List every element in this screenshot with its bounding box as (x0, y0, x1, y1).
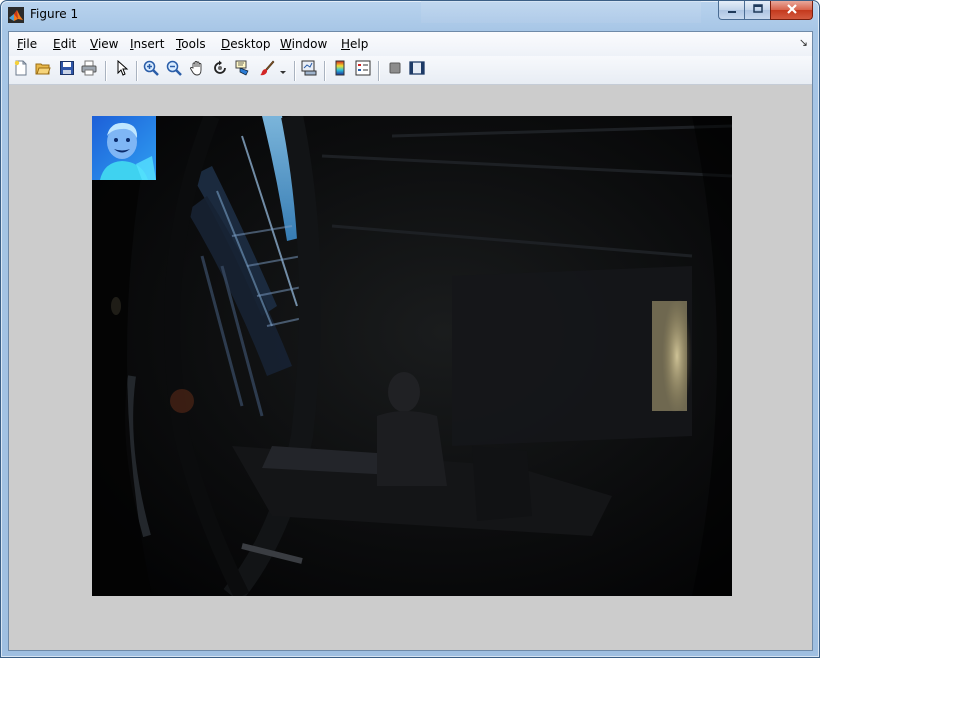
zoom-in-button[interactable] (142, 60, 160, 80)
edit-plot-button[interactable] (113, 59, 131, 80)
save-figure-button[interactable] (58, 61, 76, 79)
window-title: Figure 1 (30, 7, 79, 21)
menu-window-accel: W (280, 37, 292, 51)
toolbar-separator (105, 61, 107, 81)
menu-tools-label: ools (181, 37, 206, 51)
rotate-icon (212, 60, 228, 80)
menu-bar: File Edit View Insert Tools Desktop Wind… (9, 32, 812, 57)
toolbar-separator (136, 61, 138, 81)
new-figure-button[interactable] (12, 60, 30, 80)
menu-view[interactable]: View (90, 37, 118, 51)
menu-desktop[interactable]: Desktop (221, 37, 271, 51)
hand-icon (189, 60, 205, 80)
maximize-button[interactable] (744, 1, 770, 20)
menu-view-accel: V (90, 37, 98, 51)
menu-edit-accel: E (53, 37, 61, 51)
figure-axes[interactable] (92, 116, 732, 596)
zoom-in-icon (143, 60, 159, 80)
colorbar-icon (332, 60, 348, 80)
link-plot-button[interactable] (300, 60, 318, 80)
show-tools-icon (409, 60, 425, 80)
child-portrait-thumbnail (92, 116, 156, 180)
menu-window[interactable]: Window (280, 37, 327, 51)
title-bar[interactable]: Figure 1 (1, 1, 819, 31)
print-figure-button[interactable] (80, 60, 98, 80)
fisheye-office-photo (92, 116, 732, 596)
toolbar-separator (378, 61, 380, 81)
window-controls (718, 1, 813, 21)
menu-view-label: iew (97, 37, 119, 51)
chevron-down-icon (279, 61, 287, 80)
figure-client-area: File Edit View Insert Tools Desktop Wind… (8, 31, 813, 651)
menu-edit-label: dit (60, 37, 77, 51)
minimize-icon (727, 4, 737, 17)
zoom-out-icon (166, 60, 182, 80)
hide-tools-icon (387, 60, 403, 80)
save-icon (59, 60, 75, 80)
brush-button[interactable] (258, 60, 276, 80)
printer-icon (81, 60, 97, 80)
pointer-arrow-icon (114, 59, 130, 80)
pan-button[interactable] (188, 61, 206, 79)
data-cursor-icon (235, 60, 251, 80)
rotate-3d-button[interactable] (211, 60, 229, 80)
insert-colorbar-button[interactable] (331, 60, 349, 80)
menu-insert[interactable]: Insert (130, 37, 164, 51)
background-window-ghost (421, 1, 701, 23)
minimize-button[interactable] (718, 1, 744, 20)
legend-icon (355, 60, 371, 80)
menu-tools[interactable]: Tools (176, 37, 206, 51)
brush-dropdown[interactable] (278, 61, 288, 79)
menu-help-label: elp (350, 37, 369, 51)
dock-figure-icon[interactable]: ↘ (799, 36, 808, 49)
show-plot-tools-button[interactable] (408, 61, 426, 79)
figure-toolbar (9, 56, 812, 85)
zoom-out-button[interactable] (165, 60, 183, 80)
new-file-icon (13, 60, 29, 80)
menu-desktop-accel: D (221, 37, 231, 51)
menu-window-label: indow (291, 37, 328, 51)
hide-plot-tools-button[interactable] (386, 61, 404, 79)
data-cursor-button[interactable] (234, 60, 252, 80)
menu-help-accel: H (341, 37, 351, 51)
matlab-logo-icon (8, 7, 24, 23)
insert-legend-button[interactable] (354, 60, 372, 80)
menu-file-label: ile (23, 37, 38, 51)
menu-desktop-label: esktop (230, 37, 271, 51)
maximize-icon (752, 3, 763, 17)
open-file-button[interactable] (34, 61, 52, 79)
menu-edit[interactable]: Edit (53, 37, 76, 51)
menu-file[interactable]: File (17, 37, 37, 51)
brush-icon (259, 60, 275, 80)
toolbar-separator (294, 61, 296, 81)
folder-open-icon (35, 60, 51, 80)
toolbar-separator (324, 61, 326, 81)
menu-help[interactable]: Help (341, 37, 368, 51)
figure-window: Figure 1 File Edit View Insert Tools Des… (0, 0, 820, 658)
menu-insert-label: nsert (133, 37, 165, 51)
close-icon (786, 3, 798, 17)
link-plot-icon (301, 60, 317, 80)
close-button[interactable] (770, 1, 813, 20)
